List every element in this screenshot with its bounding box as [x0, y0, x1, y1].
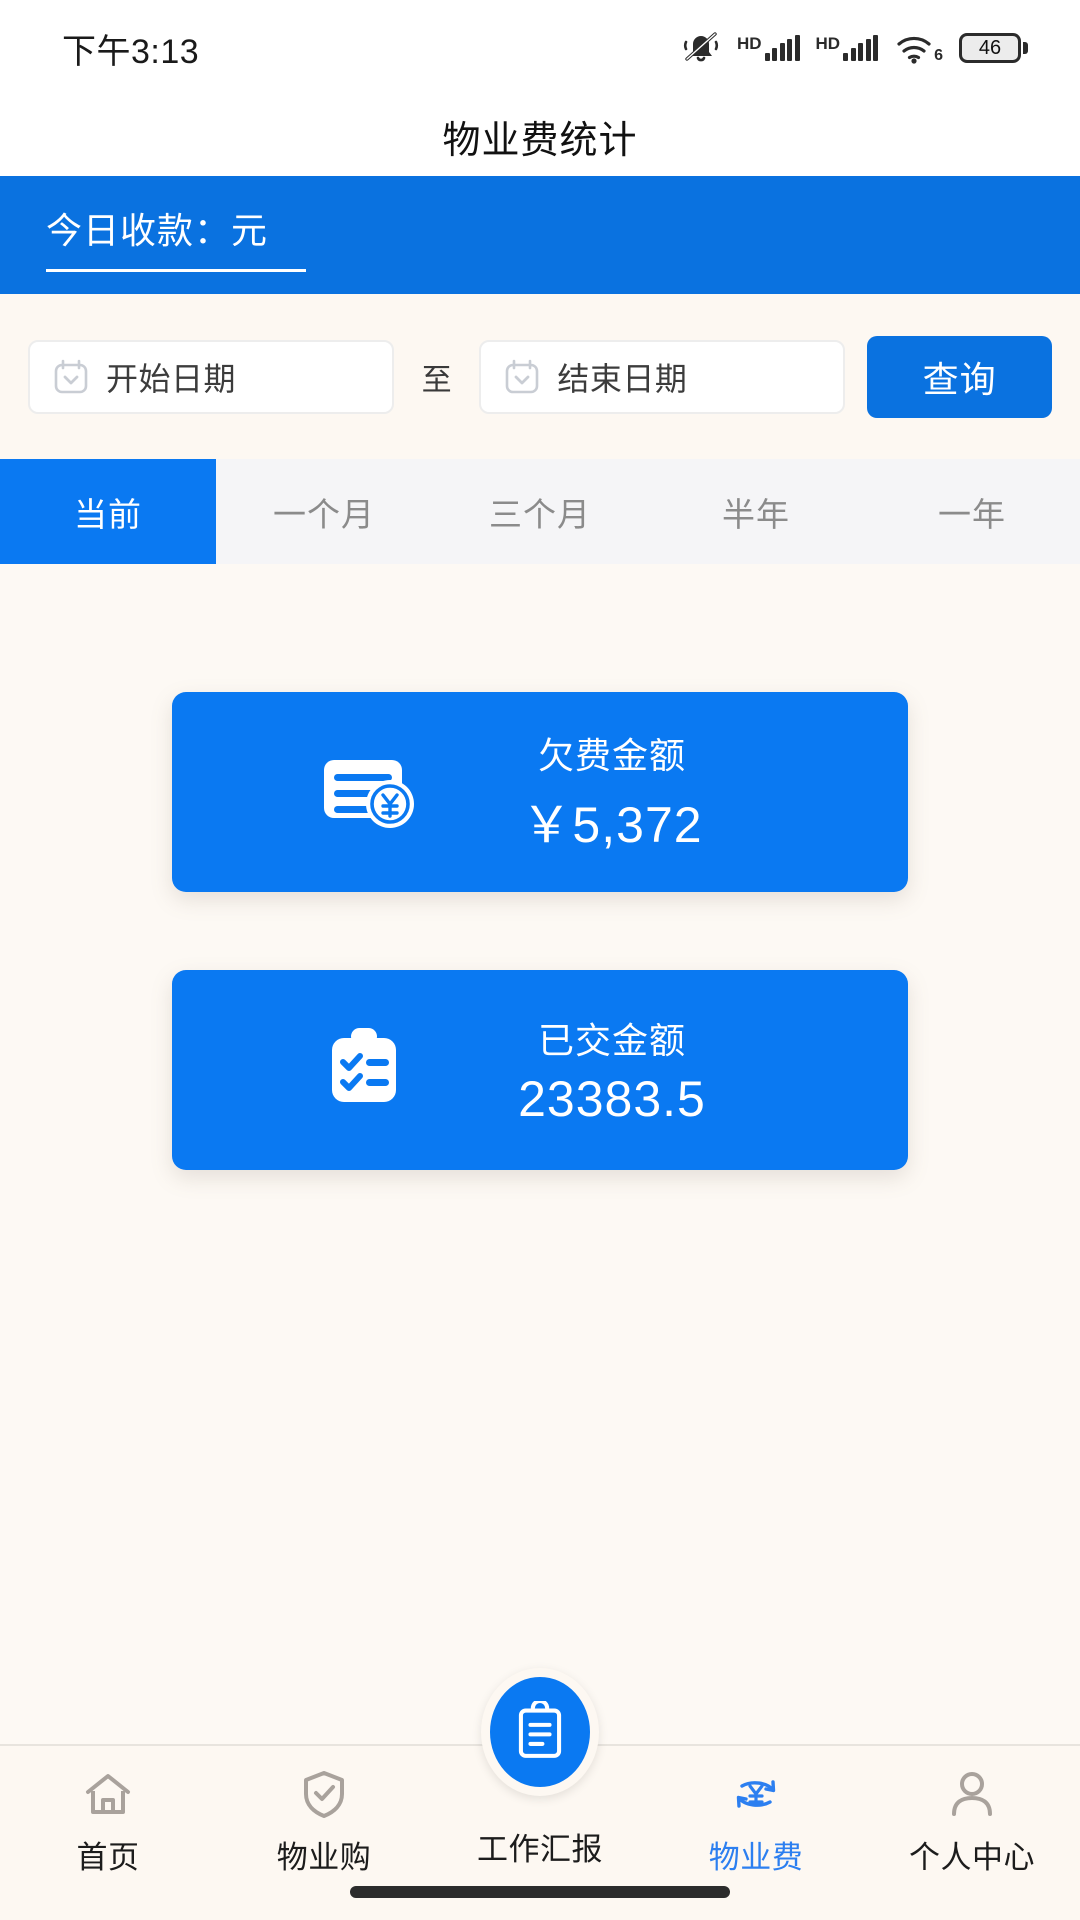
status-bar: 下午3:13 HD HD 6 46: [0, 0, 1080, 96]
home-indicator: [350, 1886, 730, 1898]
start-date-placeholder: 开始日期: [106, 360, 237, 397]
app-screen: 下午3:13 HD HD 6 46 物业费统计 今日收款：元 开始日期 至 结束…: [0, 0, 1080, 1920]
unpaid-amount-label: 欠费金额: [537, 735, 686, 776]
nav-item-profile[interactable]: 个人中心: [864, 1768, 1080, 1877]
unpaid-amount-value: ￥5,372: [521, 797, 703, 853]
tab-one-month[interactable]: 一个月: [216, 459, 432, 564]
nav-item-home[interactable]: 首页: [0, 1768, 216, 1877]
paid-amount-texts: 已交金额 23383.5: [462, 1012, 762, 1128]
nav-item-property-shop[interactable]: 物业购: [216, 1768, 432, 1877]
date-filter-bar: 开始日期 至 结束日期 查询: [0, 294, 1080, 459]
shield-check-icon: [298, 1768, 350, 1820]
start-date-input[interactable]: 开始日期: [28, 339, 394, 414]
today-income-text: 今日收款：元: [46, 210, 269, 251]
unpaid-amount-texts: 欠费金额 ￥5,372: [462, 727, 762, 857]
tab-half-year[interactable]: 半年: [648, 459, 864, 564]
hd-label: HD: [736, 34, 762, 53]
nav-label-home: 首页: [76, 1840, 140, 1875]
end-date-input[interactable]: 结束日期: [479, 339, 846, 414]
calendar-icon: [52, 358, 90, 396]
paid-amount-card[interactable]: 已交金额 23383.5: [172, 970, 908, 1170]
nav-label-profile: 个人中心: [909, 1840, 1035, 1875]
page-header: 物业费统计: [0, 96, 1080, 176]
status-time: 下午3:13: [62, 32, 200, 71]
clipboard-check-icon: [318, 1024, 422, 1116]
hd-label-2: HD: [815, 34, 841, 53]
signal-bars: [764, 35, 800, 61]
end-date-placeholder: 结束日期: [557, 360, 688, 397]
page-title: 物业费统计: [442, 119, 638, 162]
nav-label-property-shop: 物业购: [276, 1840, 372, 1875]
nav-item-property-fee[interactable]: 物业费: [648, 1768, 864, 1877]
home-icon: [82, 1768, 134, 1820]
calendar-icon-2: [503, 358, 541, 396]
query-button[interactable]: 查询: [867, 335, 1052, 418]
period-tab-bar: 当前 一个月 三个月 半年 一年: [0, 459, 1080, 564]
hd-signal-icon: HD: [737, 35, 800, 61]
bell-muted-icon: [681, 28, 721, 69]
nav-label-property-fee: 物业费: [708, 1840, 804, 1875]
tab-current[interactable]: 当前: [0, 459, 216, 564]
paid-amount-label: 已交金额: [537, 1020, 686, 1061]
tab-three-months[interactable]: 三个月: [432, 459, 648, 564]
paid-amount-value: 23383.5: [518, 1071, 706, 1127]
bottom-navigation: 首页 物业购 工作汇报 物业费 个人中心: [0, 1668, 1080, 1920]
unpaid-amount-card[interactable]: 欠费金额 ￥5,372: [172, 692, 908, 892]
clipboard-icon: [518, 1701, 562, 1758]
battery-icon: 46: [959, 33, 1028, 63]
yuan-refresh-icon: [730, 1768, 782, 1820]
signal-bars-2: [843, 35, 879, 61]
status-icon-group: HD HD 6 46: [681, 28, 1028, 69]
wifi-generation-label: 6: [934, 47, 943, 64]
nav-label-work-report: 工作汇报: [477, 1832, 603, 1867]
bill-yuan-icon: [318, 746, 422, 838]
person-icon: [946, 1768, 998, 1820]
work-report-fab-button[interactable]: [481, 1668, 599, 1796]
statistics-content: 欠费金额 ￥5,372 已交金额 23383.5: [0, 564, 1080, 1744]
banner-underline: [46, 269, 306, 272]
tab-one-year[interactable]: 一年: [864, 459, 1080, 564]
hd-signal-icon-2: HD: [816, 35, 879, 61]
today-income-banner: 今日收款：元: [0, 176, 1080, 294]
date-range-separator: 至: [421, 363, 452, 397]
battery-level: 46: [978, 37, 1002, 59]
wifi-6-icon: 6: [894, 31, 943, 65]
